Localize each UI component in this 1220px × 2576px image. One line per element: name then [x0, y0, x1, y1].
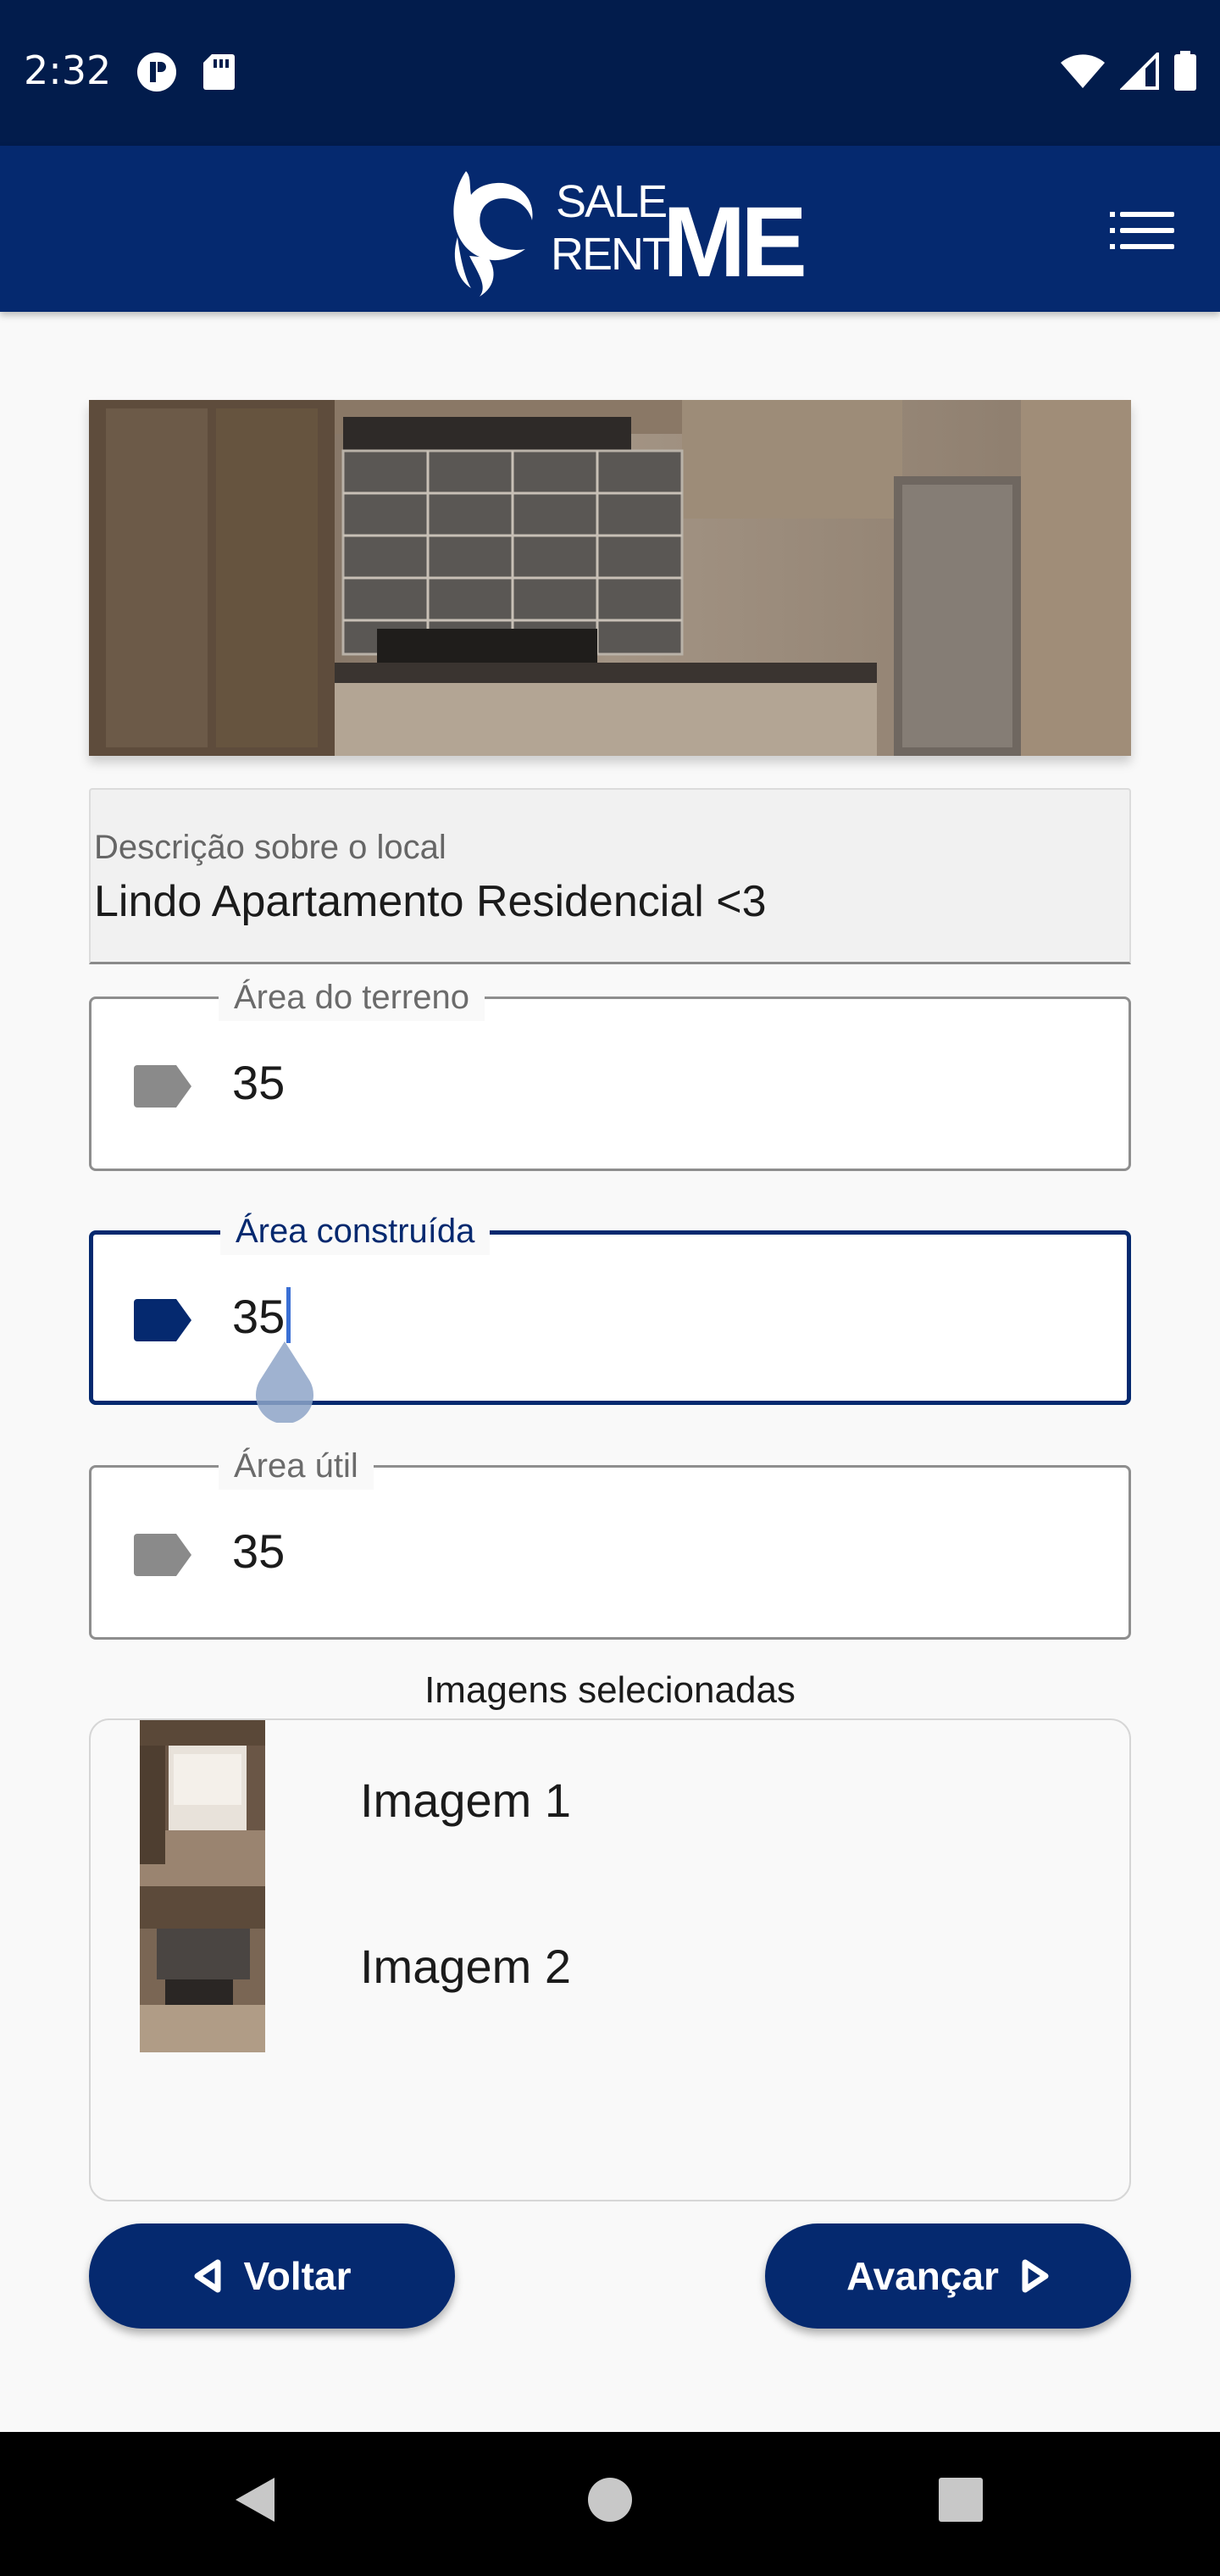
back-nav-icon[interactable]	[230, 2474, 278, 2525]
description-field[interactable]: Descrição sobre o local Lindo Apartament…	[89, 788, 1131, 964]
list-item-image-2[interactable]: Imagem 2	[140, 1886, 1072, 2052]
built-area-field[interactable]: Área construída 35	[89, 1208, 1131, 1423]
recents-nav-icon[interactable]	[937, 2474, 984, 2525]
image-2-label: Imagem 2	[360, 1940, 571, 1993]
image-1-thumbnail	[140, 1720, 265, 1886]
sale-rent-me-logo[interactable]: SALE RENT ME	[441, 161, 805, 297]
land-area-value: 35	[232, 1056, 286, 1109]
next-button[interactable]: Avançar	[765, 2223, 1131, 2329]
back-button-label: Voltar	[243, 2254, 352, 2298]
built-area-label: Área construída	[220, 1208, 491, 1255]
land-area-field[interactable]: Área do terreno 35	[89, 974, 1131, 1171]
app-bar: SALE RENT ME	[0, 146, 1220, 312]
chevron-left-icon	[194, 2259, 221, 2293]
text-cursor	[286, 1287, 291, 1343]
chevron-right-icon	[1022, 2259, 1049, 2293]
kitchen-photo	[89, 400, 1131, 756]
home-nav-icon[interactable]	[586, 2474, 634, 2525]
status-time: 2:32	[24, 47, 112, 93]
useful-area-value: 35	[232, 1524, 286, 1578]
menu-icon[interactable]	[1108, 203, 1176, 258]
tag-icon	[134, 1299, 191, 1341]
battery-icon	[1174, 51, 1196, 91]
image-1-label: Imagem 1	[360, 1774, 571, 1827]
privacy-icon	[137, 53, 176, 92]
back-button[interactable]: Voltar	[89, 2223, 455, 2329]
wifi-icon	[1061, 54, 1105, 88]
signal-icon	[1120, 53, 1159, 90]
status-bar: 2:32	[0, 0, 1220, 146]
list-item-image-1[interactable]: Imagem 1	[140, 1720, 1072, 1886]
description-value: Lindo Apartamento Residencial <3	[94, 877, 767, 926]
svg-text:RENT: RENT	[551, 229, 669, 280]
status-right-icons	[1059, 51, 1198, 92]
image-2-thumbnail	[140, 1886, 265, 2052]
cursor-handle-icon[interactable]	[251, 1341, 319, 1423]
sd-card-icon	[203, 54, 235, 90]
svg-text:SALE: SALE	[556, 176, 666, 227]
property-main-image[interactable]	[89, 400, 1131, 756]
next-button-label: Avançar	[846, 2254, 999, 2298]
useful-area-label: Área útil	[219, 1442, 374, 1490]
description-label: Descrição sobre o local	[94, 829, 446, 866]
built-area-value: 35	[232, 1290, 286, 1343]
status-left-icons	[136, 51, 236, 93]
tag-icon	[134, 1065, 191, 1108]
land-area-label: Área do terreno	[219, 974, 485, 1021]
svg-text:ME: ME	[663, 186, 804, 297]
useful-area-field[interactable]: Área útil 35	[89, 1442, 1131, 1640]
tag-icon	[134, 1534, 191, 1576]
system-nav-bar	[0, 2432, 1220, 2576]
selected-images-list[interactable]: Imagem 1 Imagem 2	[89, 1718, 1131, 2201]
selected-images-title: Imagens selecionadas	[424, 1669, 796, 1711]
